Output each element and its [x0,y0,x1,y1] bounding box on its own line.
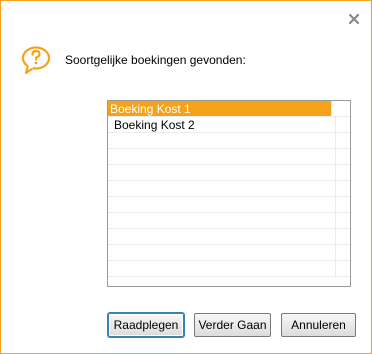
list-item-label [114,149,336,164]
list-item[interactable] [108,149,350,165]
list-item[interactable] [108,165,350,181]
list-item-label [114,133,336,148]
list-item[interactable] [108,245,350,261]
list-item[interactable] [108,261,350,277]
bookings-listbox[interactable]: Boeking Kost 1 Boeking Kost 2 [107,100,351,287]
list-item-label [114,229,336,244]
list-item-label [114,165,336,180]
close-button[interactable] [346,11,362,27]
annuleren-button[interactable]: Annuleren [281,313,356,337]
list-item-label [114,181,336,196]
question-bubble-icon [21,46,51,75]
list-item-label [114,245,336,260]
list-item[interactable]: Boeking Kost 1 [108,101,350,117]
list-item-label [114,261,336,276]
list-item-label [114,197,336,212]
list-item[interactable]: Boeking Kost 2 [108,117,350,133]
list-item[interactable] [108,133,350,149]
list-item-label: Boeking Kost 2 [114,117,336,132]
list-item-label [114,213,336,228]
list-item-label: Boeking Kost 1 [108,101,332,116]
list-item[interactable] [108,229,350,245]
list-item[interactable] [108,197,350,213]
list-item[interactable] [108,213,350,229]
verder-gaan-button[interactable]: Verder Gaan [194,313,271,337]
raadplegen-button[interactable]: Raadplegen [108,313,184,337]
dialog-window: Soortgelijke boekingen gevonden: Boeking… [0,0,372,354]
close-icon [349,14,359,24]
list-item[interactable] [108,181,350,197]
dialog-message: Soortgelijke boekingen gevonden: [65,53,246,67]
